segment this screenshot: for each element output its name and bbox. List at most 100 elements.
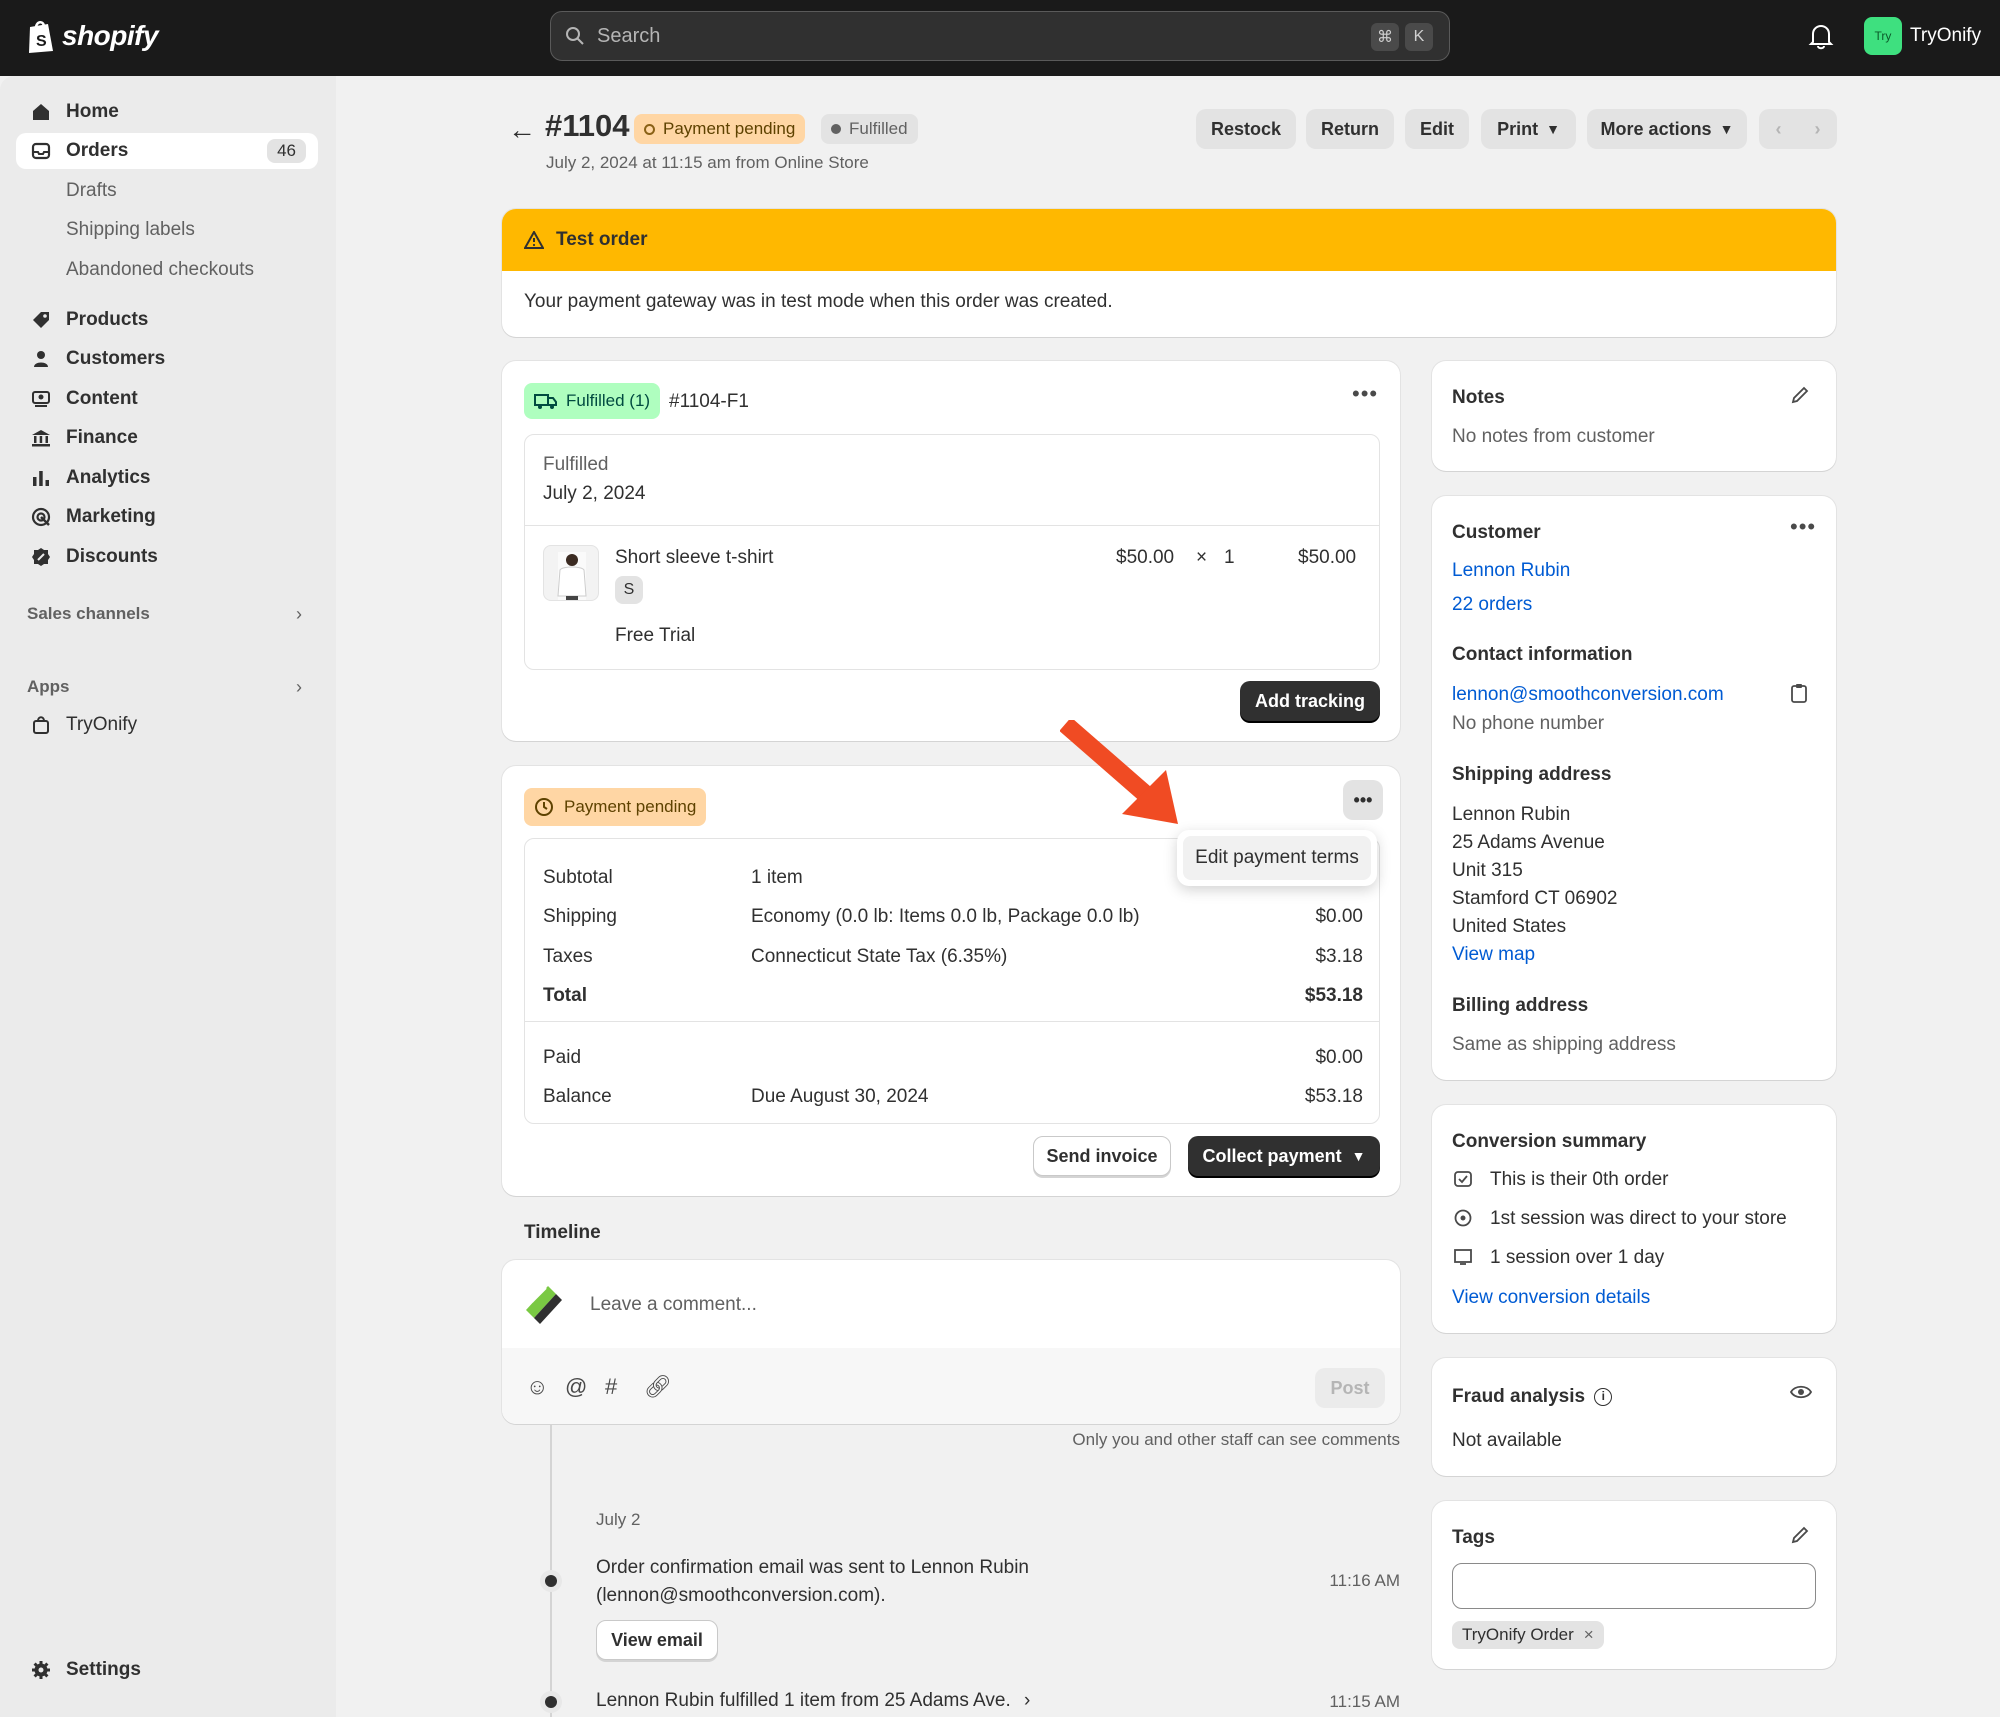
- pending-dot-icon: [644, 123, 655, 135]
- fulfillment-detail-box: Fulfilled July 2, 2024 Short sleeve t-sh…: [524, 434, 1380, 670]
- fraud-body: Not available: [1452, 1430, 1562, 1451]
- eye-icon[interactable]: [1789, 1384, 1813, 1406]
- address-line: Unit 315: [1452, 860, 1523, 881]
- payment-pending-badge: Payment pending: [524, 788, 707, 826]
- clipboard-icon[interactable]: [1790, 683, 1808, 709]
- hashtag-icon[interactable]: #: [605, 1374, 617, 1400]
- comment-input[interactable]: Leave a comment...: [590, 1294, 1350, 1316]
- restock-button[interactable]: Restock: [1196, 109, 1296, 149]
- conversion-line: This is their 0th order: [1490, 1169, 1669, 1190]
- content-icon: [30, 388, 52, 410]
- shopify-logo[interactable]: S shopify: [26, 18, 159, 54]
- conversion-summary-card: Conversion summary This is their 0th ord…: [1432, 1105, 1836, 1333]
- store-avatar[interactable]: Try: [1864, 17, 1902, 55]
- more-horizontal-icon[interactable]: •••: [1790, 514, 1816, 540]
- product-thumbnail[interactable]: [543, 545, 599, 601]
- notification-bell-icon[interactable]: [1808, 22, 1834, 56]
- taxes-desc[interactable]: Connecticut State Tax (6.35%): [751, 946, 1007, 968]
- staff-note: Only you and other staff can see comment…: [1072, 1430, 1400, 1449]
- chevron-right-icon[interactable]: ›: [1815, 119, 1821, 140]
- balance-desc: Due August 30, 2024: [751, 1086, 929, 1107]
- close-icon[interactable]: ×: [1584, 1625, 1594, 1645]
- clock-icon: [535, 798, 553, 816]
- search-bar[interactable]: Search ⌘ K: [550, 11, 1450, 61]
- customer-title: Customer: [1452, 522, 1541, 543]
- sidebar-item-tryonify[interactable]: TryOnify: [16, 707, 318, 743]
- post-button[interactable]: Post: [1315, 1368, 1385, 1408]
- sidebar-item-home[interactable]: Home: [16, 94, 318, 130]
- view-email-button[interactable]: View email: [596, 1620, 718, 1660]
- info-icon[interactable]: i: [1594, 1387, 1613, 1406]
- search-icon: [566, 27, 584, 45]
- comment-toolbar: [502, 1348, 1400, 1424]
- collect-payment-button[interactable]: Collect payment ▼: [1188, 1136, 1380, 1176]
- tags-input[interactable]: [1452, 1563, 1816, 1609]
- emoji-icon[interactable]: ☺: [526, 1374, 548, 1400]
- timeline-date: July 2: [596, 1510, 641, 1529]
- store-name[interactable]: TryOnify: [1910, 25, 1981, 47]
- banner-body: Your payment gateway was in test mode wh…: [524, 291, 1113, 312]
- sidebar-item-analytics[interactable]: Analytics: [16, 460, 318, 496]
- add-tracking-button[interactable]: Add tracking: [1240, 681, 1380, 721]
- divider: [525, 1021, 1379, 1022]
- return-button[interactable]: Return: [1306, 109, 1394, 149]
- chevron-left-icon[interactable]: ‹: [1776, 119, 1782, 140]
- event-text[interactable]: Lennon Rubin fulfilled 1 item from 25 Ad…: [596, 1690, 1030, 1712]
- mention-icon[interactable]: @: [565, 1374, 587, 1400]
- sidebar-item-content[interactable]: Content: [16, 381, 318, 417]
- bank-icon: [30, 427, 52, 449]
- customer-name-link[interactable]: Lennon Rubin: [1452, 560, 1570, 582]
- view-map-link[interactable]: View map: [1452, 944, 1535, 966]
- customer-email-link[interactable]: lennon@smoothconversion.com: [1452, 684, 1724, 706]
- fulfilled-badge: Fulfilled: [821, 114, 918, 144]
- shipping-address-title: Shipping address: [1452, 764, 1612, 785]
- chevron-right-icon[interactable]: ›: [296, 677, 302, 698]
- edit-button[interactable]: Edit: [1405, 109, 1469, 149]
- shopify-bag-icon: S: [29, 21, 53, 53]
- sidebar-item-products[interactable]: Products: [16, 302, 318, 338]
- edit-payment-terms-item[interactable]: Edit payment terms: [1183, 836, 1371, 880]
- sidebar-item-customers[interactable]: Customers: [16, 341, 318, 377]
- order-count-icon: [1454, 1170, 1472, 1194]
- customer-card: Customer ••• Lennon Rubin 22 orders Cont…: [1432, 496, 1836, 1080]
- tags-card: Tags TryOnify Order ×: [1432, 1501, 1836, 1669]
- more-horizontal-icon[interactable]: •••: [1352, 381, 1378, 407]
- pager-buttons[interactable]: ‹ ›: [1759, 109, 1837, 149]
- attachment-icon[interactable]: 🔗︎: [644, 1374, 672, 1400]
- sales-channels-label[interactable]: Sales channels: [27, 604, 150, 624]
- shipping-desc: Economy (0.0 lb: Items 0.0 lb, Package 0…: [751, 906, 1140, 927]
- view-conversion-details-link[interactable]: View conversion details: [1452, 1287, 1650, 1309]
- sidebar-item-settings[interactable]: Settings: [16, 1652, 318, 1688]
- pencil-icon[interactable]: [1790, 385, 1810, 411]
- contact-title: Contact information: [1452, 644, 1633, 665]
- timeline-dot: [545, 1696, 557, 1708]
- balance-amount: $53.18: [1304, 1086, 1363, 1107]
- customer-orders-link[interactable]: 22 orders: [1452, 594, 1532, 616]
- event-text-2: (lennon@smoothconversion.com).: [596, 1585, 886, 1606]
- sidebar-item-label: Products: [66, 309, 149, 330]
- back-arrow-icon[interactable]: ←: [508, 114, 536, 146]
- shipping-label: Shipping: [543, 906, 617, 927]
- sidebar-item-marketing[interactable]: Marketing: [16, 499, 318, 535]
- pencil-icon[interactable]: [1790, 1525, 1810, 1551]
- paid-label: Paid: [543, 1047, 582, 1068]
- chevron-right-icon[interactable]: ›: [296, 604, 302, 625]
- sidebar-item-discounts[interactable]: Discounts: [16, 539, 318, 575]
- fulfillment-card: Fulfilled (1) #1104-F1 ••• Fulfilled Jul…: [502, 361, 1400, 741]
- sidebar-item-drafts[interactable]: Drafts: [16, 173, 318, 209]
- sidebar-item-abandoned-checkouts[interactable]: Abandoned checkouts: [16, 252, 318, 288]
- print-button[interactable]: Print ▼: [1481, 109, 1576, 149]
- address-line: Lennon Rubin: [1452, 804, 1571, 825]
- product-name[interactable]: Short sleeve t-shirt: [615, 547, 773, 569]
- send-invoice-button[interactable]: Send invoice: [1033, 1136, 1171, 1176]
- sidebar-item-shipping-labels[interactable]: Shipping labels: [16, 212, 318, 248]
- badge-label: Fulfilled (1): [566, 391, 651, 410]
- more-actions-button[interactable]: More actions ▼: [1587, 109, 1747, 149]
- sidebar-item-finance[interactable]: Finance: [16, 420, 318, 456]
- apps-label[interactable]: Apps: [27, 677, 70, 697]
- payment-more-button[interactable]: •••: [1343, 780, 1383, 820]
- fraud-title-text: Fraud analysis: [1452, 1386, 1586, 1407]
- calendar-icon: [1454, 1248, 1472, 1272]
- line-total: $50.00: [1298, 547, 1357, 568]
- sidebar-item-orders[interactable]: Orders 46: [16, 133, 318, 169]
